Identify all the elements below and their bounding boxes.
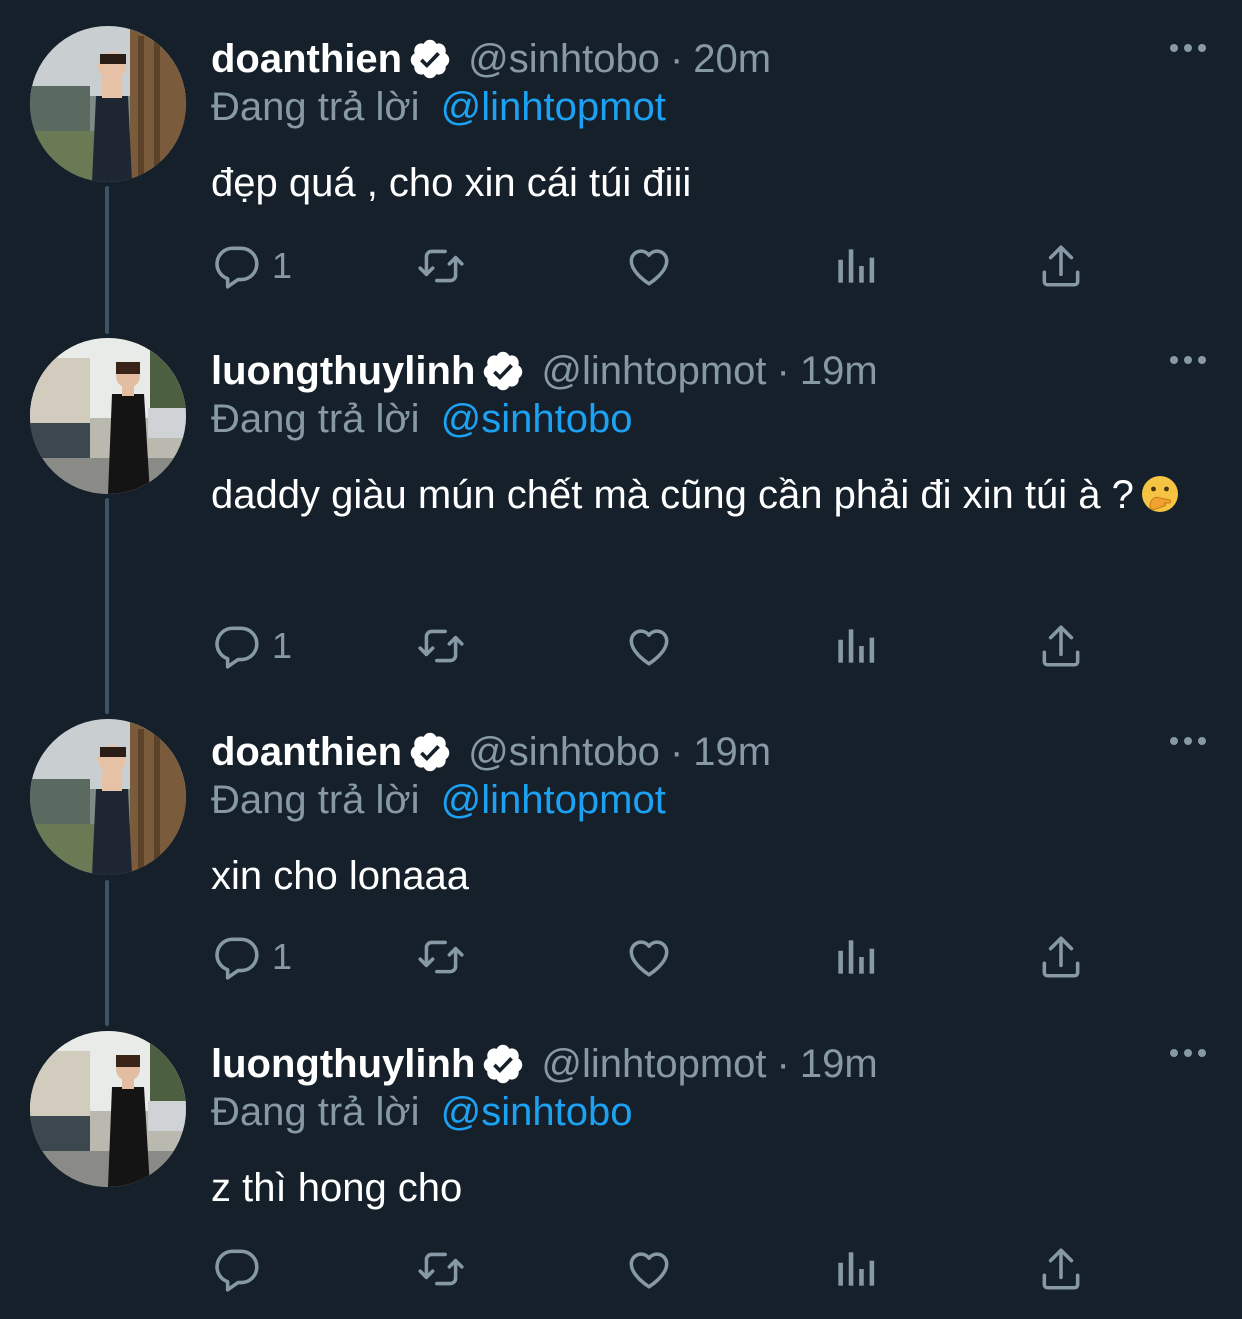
like-button[interactable] [624,1239,674,1299]
retweet-icon [418,1252,464,1286]
replying-to: Đang trả lời @linhtopmot [211,775,666,825]
reply-icon [215,626,259,669]
hand-over-mouth-emoji-icon [1140,468,1180,512]
separator-dot: · [669,37,684,81]
action-bar: 1 [0,927,1242,987]
more-options-icon[interactable] [1170,1049,1206,1057]
handle[interactable]: @linhtopmot [541,346,766,396]
separator-dot: · [669,730,684,774]
separator-dot: · [776,1042,790,1086]
like-icon [629,249,669,286]
reply-button[interactable] [212,1239,272,1299]
like-button[interactable] [624,616,674,676]
display-name[interactable]: doanthien [211,34,402,84]
handle[interactable]: @sinhtobo [468,727,660,777]
tweet-text-content: daddy giàu mún chết mà cũng cần phải đi … [211,473,1134,517]
handle[interactable]: @sinhtobo [468,34,660,84]
replying-to: Đang trả lời @linhtopmot [211,82,666,132]
action-bar: 1 [0,616,1242,676]
share-icon [1042,625,1080,667]
thread-line [105,498,109,714]
retweet-button[interactable] [416,616,466,676]
reply-button[interactable]: 1 [212,616,292,676]
more-options-icon[interactable] [1170,356,1206,364]
reply-icon [215,246,259,289]
more-options-icon[interactable] [1170,737,1206,745]
views-button[interactable] [830,236,880,296]
tweet-header: luongthuylinh @linhtopmot · 19m [211,1039,878,1089]
mention-link[interactable]: @sinhtobo [441,397,633,441]
verified-badge-icon [481,349,525,393]
verified-badge-icon [481,1042,525,1086]
share-icon [1042,245,1080,287]
timestamp[interactable]: 20m [693,34,771,84]
like-icon [629,629,669,666]
action-bar: 1 [0,236,1242,296]
reply-button[interactable]: 1 [212,236,292,296]
retweet-button[interactable] [416,927,466,987]
avatar[interactable] [30,26,186,182]
reply-count: 1 [272,245,293,286]
timestamp[interactable]: 19m [693,727,771,777]
retweet-icon [418,629,464,663]
views-icon [838,940,875,974]
display-name[interactable]: luongthuylinh [211,346,475,396]
tweet-text: xin cho lonaaa [211,854,469,898]
reply-count: 1 [272,625,293,666]
views-button[interactable] [830,927,880,987]
views-button[interactable] [830,616,880,676]
retweet-button[interactable] [416,1239,466,1299]
tweet-header: doanthien @sinhtobo · 19m [211,727,771,777]
replying-to: Đang trả lời @sinhtobo [211,1087,633,1137]
share-icon [1042,1248,1080,1290]
avatar[interactable] [30,719,186,875]
handle[interactable]: @linhtopmot [541,1039,766,1089]
replying-to-label: Đang trả lời [211,778,420,822]
share-button[interactable] [1036,927,1086,987]
replying-to: Đang trả lời @sinhtobo [211,394,633,444]
more-options-icon[interactable] [1170,44,1206,52]
share-button[interactable] [1036,1239,1086,1299]
action-bar [0,1239,1242,1299]
views-button[interactable] [830,1239,880,1299]
tweet-header: doanthien @sinhtobo · 20m [211,34,771,84]
replying-to-label: Đang trả lời [211,397,420,441]
like-button[interactable] [624,927,674,987]
like-button[interactable] [624,236,674,296]
share-icon [1042,936,1080,978]
avatar[interactable] [30,338,186,494]
replying-to-label: Đang trả lời [211,1090,420,1134]
views-icon [838,629,875,663]
reply-icon [215,1249,259,1292]
retweet-button[interactable] [416,236,466,296]
reply-button[interactable]: 1 [212,927,292,987]
display-name[interactable]: doanthien [211,727,402,777]
tweet-text: đẹp quá , cho xin cái túi điii [211,161,692,205]
mention-link[interactable]: @linhtopmot [441,778,666,822]
timestamp[interactable]: 19m [800,1039,878,1089]
reply-count: 1 [272,936,293,977]
separator-dot: · [776,349,790,393]
verified-badge-icon [408,730,452,774]
replying-to-label: Đang trả lời [211,85,420,129]
verified-badge-icon [408,37,452,81]
display-name[interactable]: luongthuylinh [211,1039,475,1089]
tweet-text: daddy giàu mún chết mà cũng cần phải đi … [211,462,1191,528]
timestamp[interactable]: 19m [800,346,878,396]
share-button[interactable] [1036,236,1086,296]
avatar[interactable] [30,1031,186,1187]
like-icon [629,940,669,977]
retweet-icon [418,940,464,974]
tweet-header: luongthuylinh @linhtopmot · 19m [211,346,878,396]
views-icon [838,249,875,283]
retweet-icon [418,249,464,283]
mention-link[interactable]: @sinhtobo [441,1090,633,1134]
views-icon [838,1252,875,1286]
tweet-text: z thì hong cho [211,1166,463,1210]
reply-icon [215,937,259,980]
mention-link[interactable]: @linhtopmot [441,85,666,129]
like-icon [629,1252,669,1289]
share-button[interactable] [1036,616,1086,676]
